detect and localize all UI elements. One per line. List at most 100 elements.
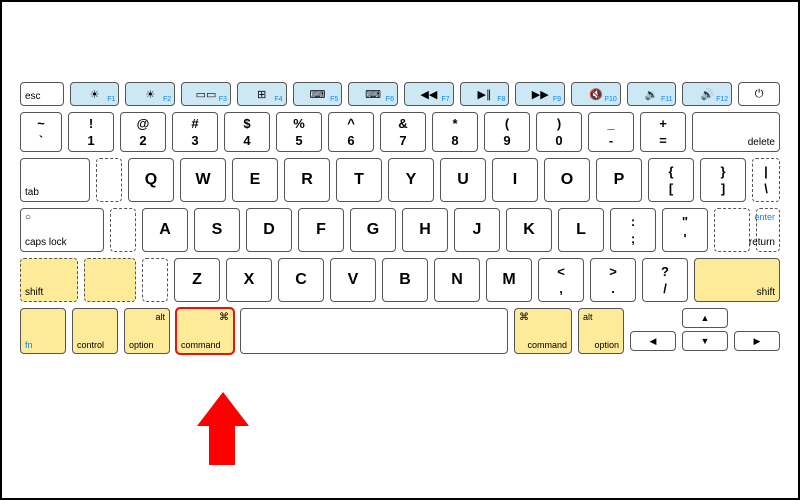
key-f6[interactable]: ⌨F6 — [348, 82, 398, 106]
key-rightbracket[interactable]: }] — [700, 158, 746, 202]
key-equals[interactable]: += — [640, 112, 686, 152]
key-blank[interactable] — [142, 258, 168, 302]
key-esc[interactable]: esc — [20, 82, 64, 106]
key-l[interactable]: L — [558, 208, 604, 252]
key-iso-extra[interactable] — [84, 258, 136, 302]
key-k[interactable]: K — [506, 208, 552, 252]
key-quote[interactable]: "' — [662, 208, 708, 252]
key-f10[interactable]: 🔇F10 — [571, 82, 621, 106]
key-capslock[interactable]: ○caps lock — [20, 208, 104, 252]
key-u[interactable]: U — [440, 158, 486, 202]
key-i[interactable]: I — [492, 158, 538, 202]
key-g[interactable]: G — [350, 208, 396, 252]
key-f4[interactable]: ⊞F4 — [237, 82, 287, 106]
key-delete[interactable]: delete — [692, 112, 780, 152]
key-9[interactable]: (9 — [484, 112, 530, 152]
arrow-right-icon: ▶ — [754, 336, 761, 347]
key-5[interactable]: %5 — [276, 112, 322, 152]
key-arrow-right[interactable]: ▶ — [734, 331, 780, 351]
key-o[interactable]: O — [544, 158, 590, 202]
key-arrow-down[interactable]: ▼ — [682, 331, 728, 351]
key-letter: A — [159, 221, 171, 239]
key-f7[interactable]: ◀◀F7 — [404, 82, 454, 106]
key-x[interactable]: X — [226, 258, 272, 302]
key-blank[interactable] — [110, 208, 136, 252]
key-0[interactable]: )0 — [536, 112, 582, 152]
key-leftbracket[interactable]: {[ — [648, 158, 694, 202]
key-7[interactable]: &7 — [380, 112, 426, 152]
key-period[interactable]: >. — [590, 258, 636, 302]
key-f12[interactable]: 🔊F12 — [682, 82, 732, 106]
key-f2[interactable]: ☀F2 — [125, 82, 175, 106]
key-t[interactable]: T — [336, 158, 382, 202]
key-minus[interactable]: _- — [588, 112, 634, 152]
key-letter: U — [457, 171, 469, 189]
key-sublabel: F12 — [716, 96, 728, 103]
key-backslash[interactable]: |\ — [752, 158, 780, 202]
key-sublabel: F6 — [386, 96, 394, 103]
key-arrow-up[interactable]: ▲ — [682, 308, 728, 328]
key-f11[interactable]: 🔉F11 — [627, 82, 677, 106]
key-f[interactable]: F — [298, 208, 344, 252]
key-f5[interactable]: ⌨F5 — [293, 82, 343, 106]
key-control[interactable]: control — [72, 308, 118, 354]
key-arrow-left[interactable]: ◀ — [630, 331, 676, 351]
row-zxcv: shift Z X C V B N M <, >. ?/ shift — [20, 258, 780, 302]
key-fn[interactable]: fn — [20, 308, 66, 354]
key-return[interactable]: enterreturn — [756, 208, 780, 252]
row-numbers: ~` !1 @2 #3 $4 %5 ^6 &7 *8 (9 )0 _- += d… — [20, 112, 780, 152]
key-s[interactable]: S — [194, 208, 240, 252]
key-letter: K — [523, 221, 535, 239]
key-3[interactable]: #3 — [172, 112, 218, 152]
key-option-right[interactable]: altoption — [578, 308, 624, 354]
key-option-left[interactable]: altoption — [124, 308, 170, 354]
key-8[interactable]: *8 — [432, 112, 478, 152]
key-1[interactable]: !1 — [68, 112, 114, 152]
brightness-down-icon: ☀ — [90, 88, 100, 101]
key-m[interactable]: M — [486, 258, 532, 302]
key-semicolon[interactable]: :; — [610, 208, 656, 252]
key-comma[interactable]: <, — [538, 258, 584, 302]
callout-arrow-icon — [197, 392, 247, 472]
key-f9[interactable]: ▶▶F9 — [515, 82, 565, 106]
key-backtick[interactable]: ~` — [20, 112, 62, 152]
key-lower: ` — [39, 134, 43, 147]
key-w[interactable]: W — [180, 158, 226, 202]
key-c[interactable]: C — [278, 258, 324, 302]
key-slash[interactable]: ?/ — [642, 258, 688, 302]
key-upper: @ — [137, 117, 150, 130]
key-j[interactable]: J — [454, 208, 500, 252]
key-n[interactable]: N — [434, 258, 480, 302]
key-blank[interactable] — [714, 208, 750, 252]
volume-up-icon: 🔊 — [700, 88, 714, 101]
key-b[interactable]: B — [382, 258, 428, 302]
key-upper: > — [609, 265, 617, 278]
row-home: ○caps lock A S D F G H J K L :; "' enter… — [20, 208, 780, 252]
key-f8[interactable]: ▶∥F8 — [460, 82, 510, 106]
key-command-left[interactable]: ⌘command — [176, 308, 234, 354]
key-h[interactable]: H — [402, 208, 448, 252]
key-space[interactable] — [240, 308, 508, 354]
key-4[interactable]: $4 — [224, 112, 270, 152]
key-power[interactable]: ⏻ — [738, 82, 780, 106]
key-command-right[interactable]: ⌘command — [514, 308, 572, 354]
key-shift-right[interactable]: shift — [694, 258, 780, 302]
key-6[interactable]: ^6 — [328, 112, 374, 152]
key-y[interactable]: Y — [388, 158, 434, 202]
volume-down-icon: 🔉 — [645, 88, 659, 101]
key-lower: ' — [683, 232, 686, 245]
key-blank[interactable] — [96, 158, 122, 202]
key-q[interactable]: Q — [128, 158, 174, 202]
key-2[interactable]: @2 — [120, 112, 166, 152]
key-p[interactable]: P — [596, 158, 642, 202]
key-f3[interactable]: ▭▭F3 — [181, 82, 231, 106]
key-a[interactable]: A — [142, 208, 188, 252]
key-r[interactable]: R — [284, 158, 330, 202]
key-f1[interactable]: ☀F1 — [70, 82, 120, 106]
key-z[interactable]: Z — [174, 258, 220, 302]
key-tab[interactable]: tab — [20, 158, 90, 202]
key-v[interactable]: V — [330, 258, 376, 302]
key-shift-left[interactable]: shift — [20, 258, 78, 302]
key-e[interactable]: E — [232, 158, 278, 202]
key-d[interactable]: D — [246, 208, 292, 252]
